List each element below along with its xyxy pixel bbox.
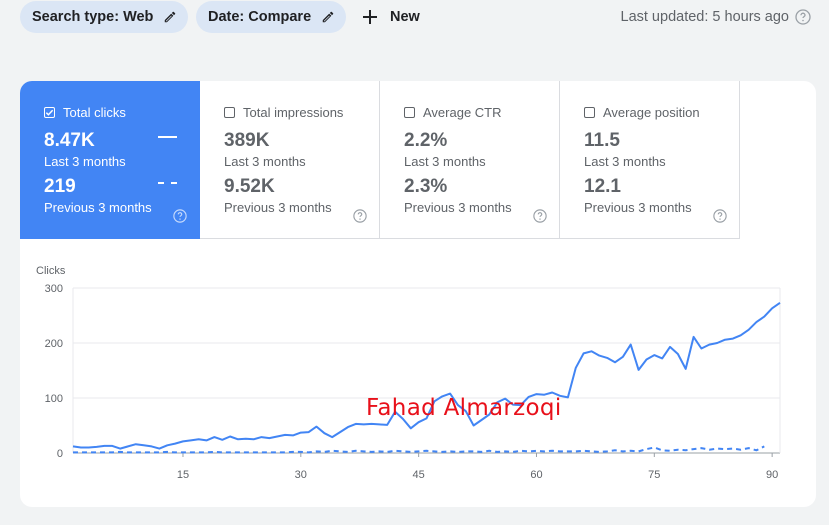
y-tick-label: 100 [45,393,63,405]
performance-card: Total clicks 8.47K Last 3 months 219 Pre… [20,81,816,507]
y-axis-title: Clicks [36,265,66,277]
search-type-label: Search type: Web [32,9,154,25]
date-filter-chip[interactable]: Date: Compare [196,1,346,33]
x-tick-labels: 15 30 45 60 75 90 [177,469,778,481]
series-line-previous-period [73,445,765,454]
y-tick-labels: 0 100 200 300 [45,283,63,460]
y-tick-label: 200 [45,338,63,350]
new-filter-button[interactable]: New [362,1,420,33]
x-tick-label: 15 [177,469,189,481]
x-tick-label: 30 [295,469,307,481]
x-tick-label: 75 [648,469,660,481]
pencil-icon[interactable] [163,10,177,24]
chart-grid [72,287,781,457]
search-type-filter-chip[interactable]: Search type: Web [20,1,188,33]
clicks-chart[interactable]: Clicks 0 100 200 300 15 30 45 60 75 90 [20,81,816,507]
x-tick-label: 60 [530,469,542,481]
new-button-label: New [390,9,420,25]
plus-icon [362,9,378,25]
y-tick-label: 300 [45,283,63,295]
chart-series [72,301,781,454]
date-filter-label: Date: Compare [208,9,312,25]
y-tick-label: 0 [57,448,63,460]
pencil-icon[interactable] [321,10,335,24]
series-line-current-period [72,301,781,450]
last-updated: Last updated: 5 hours ago [621,1,812,33]
last-updated-text: Last updated: 5 hours ago [620,9,790,25]
x-tick-label: 90 [766,469,778,481]
help-icon[interactable] [795,9,811,25]
search-performance-page: Search type: Web Date: Compare New Last … [0,0,829,525]
x-tick-label: 45 [413,469,425,481]
